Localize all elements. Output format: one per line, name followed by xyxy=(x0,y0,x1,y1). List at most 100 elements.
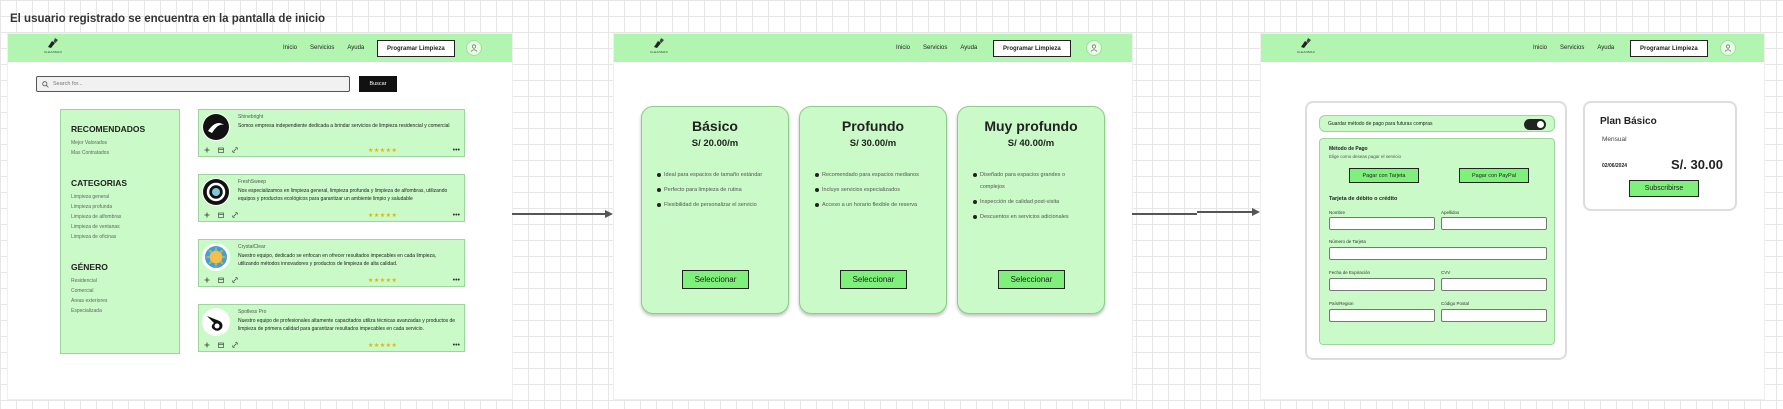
sidebar-item-mejor-valorados[interactable]: Mejor Valorados xyxy=(71,138,169,148)
top-nav: CLEANMAX Inicio Servicios Ayuda Programa… xyxy=(8,34,512,62)
more-options-icon[interactable]: ••• xyxy=(453,277,460,284)
sidebar-item-limpieza-alfombras[interactable]: Limpieza de alfombras xyxy=(71,212,169,222)
select-plan-button[interactable]: Seleccionar xyxy=(840,270,907,289)
link-icon[interactable] xyxy=(232,212,238,218)
pay-with-card-button[interactable]: Pagar con Tarjeta xyxy=(1349,168,1419,183)
add-icon[interactable] xyxy=(204,277,210,283)
schedule-cleaning-button[interactable]: Programar Limpieza xyxy=(377,40,455,57)
plan-feature: Diseñado para espacios grandes o complej… xyxy=(973,169,1090,193)
country-field[interactable] xyxy=(1329,309,1435,322)
sidebar-item-limpieza-ventanas[interactable]: Limpieza de ventanas xyxy=(71,222,169,232)
sidebar-item-mas-contratados[interactable]: Mas Contratados xyxy=(71,148,169,158)
pay-with-paypal-button[interactable]: Pagar con PayPal xyxy=(1459,168,1529,183)
company-card[interactable]: CrystalClear Nuestro equipo, dedicado se… xyxy=(198,239,465,287)
plan-features: Recomendado para espacios medianos Inclu… xyxy=(815,169,932,211)
plan-card-profundo[interactable]: Profundo S/ 30.00/m Recomendado para esp… xyxy=(799,106,947,314)
company-name: CrystalClear xyxy=(238,244,266,250)
card-section-title: Tarjeta de débito o crédito xyxy=(1329,196,1398,202)
user-avatar-icon xyxy=(470,44,478,52)
postal-code-field[interactable] xyxy=(1441,309,1547,322)
plan-feature: Acceso a un horario flexible de reserva xyxy=(815,199,932,211)
brand-name: CLEANMAX xyxy=(43,50,63,54)
screen-plans: CLEANMAX Inicio Servicios Ayuda Programa… xyxy=(614,34,1132,399)
card-number-field[interactable] xyxy=(1329,247,1547,260)
search-button[interactable]: Buscar xyxy=(359,76,397,92)
select-plan-button[interactable]: Seleccionar xyxy=(682,270,749,289)
last-name-field[interactable] xyxy=(1441,217,1547,230)
payment-panel: Guardar método de pago para futuras comp… xyxy=(1305,101,1567,360)
card-actions xyxy=(204,342,238,348)
plan-card-basico[interactable]: Básico S/ 20.00/m Ideal para espacios de… xyxy=(641,106,789,314)
plan-title: Básico xyxy=(692,118,738,134)
select-plan-button[interactable]: Seleccionar xyxy=(998,270,1065,289)
subscribe-button[interactable]: Subscribirse xyxy=(1629,180,1699,197)
company-description: Somos empresa independiente dedicada a b… xyxy=(238,123,450,129)
nav-link-inicio[interactable]: Inicio xyxy=(283,45,297,51)
brand-logo[interactable]: CLEANMAX xyxy=(1291,37,1321,59)
company-card[interactable]: Shinebright Somos empresa independiente … xyxy=(198,109,465,157)
more-options-icon[interactable]: ••• xyxy=(453,147,460,154)
summary-plan-title: Plan Básico xyxy=(1600,116,1657,127)
calendar-icon[interactable] xyxy=(218,147,224,153)
link-icon[interactable] xyxy=(232,147,238,153)
summary-date: 02/06/2024 xyxy=(1602,163,1628,169)
user-avatar-icon xyxy=(1090,44,1098,52)
nav-link-servicios[interactable]: Servicios xyxy=(923,45,947,51)
company-logo xyxy=(202,178,230,206)
company-card[interactable]: Spotless Pro Nuestro equipo de profesion… xyxy=(198,304,465,352)
user-avatar[interactable] xyxy=(466,40,482,56)
sidebar-group-genero: GÉNERO Residencial Comercial Areas exter… xyxy=(71,262,169,316)
company-description: Nuestro equipo de profesionales altament… xyxy=(238,318,456,332)
save-method-toggle[interactable] xyxy=(1524,119,1546,130)
sidebar-item-comercial[interactable]: Comercial xyxy=(71,286,169,296)
company-card[interactable]: FreshSweep Nos especializamos en limpiez… xyxy=(198,174,465,222)
link-icon[interactable] xyxy=(232,342,238,348)
company-description: Nuestro equipo, dedicado se enfocan en o… xyxy=(238,253,437,267)
company-description: Nos especializamos en limpieza general, … xyxy=(238,188,448,202)
expiry-date-field[interactable] xyxy=(1329,278,1435,291)
nav-link-inicio[interactable]: Inicio xyxy=(1533,45,1547,51)
nav-link-ayuda[interactable]: Ayuda xyxy=(347,45,364,51)
sidebar-item-residencial[interactable]: Residencial xyxy=(71,276,169,286)
more-options-icon[interactable]: ••• xyxy=(453,212,460,219)
schedule-cleaning-button[interactable]: Programar Limpieza xyxy=(993,40,1071,57)
nav-link-servicios[interactable]: Servicios xyxy=(1560,45,1584,51)
schedule-cleaning-button[interactable]: Programar Limpieza xyxy=(1630,40,1708,57)
link-icon[interactable] xyxy=(232,277,238,283)
add-icon[interactable] xyxy=(204,147,210,153)
plan-feature: Perfecto para limpieza de rutina xyxy=(657,184,774,196)
add-icon[interactable] xyxy=(204,212,210,218)
nav-link-inicio[interactable]: Inicio xyxy=(896,45,910,51)
more-options-icon[interactable]: ••• xyxy=(453,342,460,349)
nav-link-servicios[interactable]: Servicios xyxy=(310,45,334,51)
sidebar-item-limpieza-oficinas[interactable]: Limpieza de oficinas xyxy=(71,232,169,242)
calendar-icon[interactable] xyxy=(218,277,224,283)
cvv-field[interactable] xyxy=(1441,278,1547,291)
country-label: País/Region xyxy=(1329,301,1354,306)
nav-link-ayuda[interactable]: Ayuda xyxy=(960,45,977,51)
sidebar-item-areas-exteriores[interactable]: Areas exteriores xyxy=(71,296,169,306)
plan-card-muy-profundo[interactable]: Muy profundo S/ 40.00/m Diseñado para es… xyxy=(957,106,1105,314)
add-icon[interactable] xyxy=(204,342,210,348)
first-name-field[interactable] xyxy=(1329,217,1435,230)
calendar-icon[interactable] xyxy=(218,342,224,348)
brand-name: CLEANMAX xyxy=(649,50,669,54)
user-avatar[interactable] xyxy=(1086,40,1102,56)
summary-price: S/. 30.00 xyxy=(1670,157,1723,172)
sidebar-item-limpieza-general[interactable]: Limpieza general xyxy=(71,192,169,202)
brand-logo[interactable]: CLEANMAX xyxy=(38,37,68,59)
plan-title: Profundo xyxy=(841,118,905,134)
company-name: Spotless Pro xyxy=(238,309,267,315)
nav-link-ayuda[interactable]: Ayuda xyxy=(1597,45,1614,51)
payment-method-subtitle: Elige como deseas pagar el servicio xyxy=(1329,154,1402,159)
card-actions xyxy=(204,147,238,153)
search-input[interactable] xyxy=(53,81,333,87)
plan-features: Ideal para espacios de tamaño estándar P… xyxy=(657,169,774,211)
sidebar-item-especializada[interactable]: Especializada xyxy=(71,306,169,316)
brand-logo[interactable]: CLEANMAX xyxy=(644,37,674,59)
broom-logo-icon xyxy=(48,38,58,48)
search-bar xyxy=(36,76,350,92)
user-avatar[interactable] xyxy=(1720,40,1736,56)
calendar-icon[interactable] xyxy=(218,212,224,218)
sidebar-item-limpieza-profunda[interactable]: Limpieza profunda xyxy=(71,202,169,212)
